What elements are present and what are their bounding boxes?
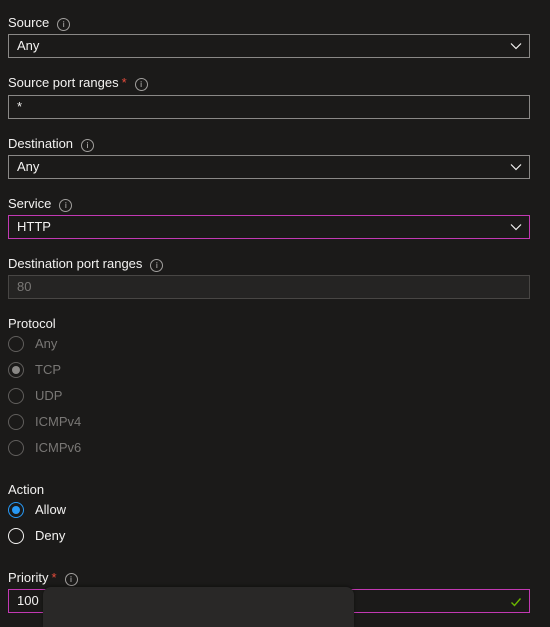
radio-circle-selected — [8, 502, 24, 518]
service-dropdown[interactable]: HTTP — [8, 215, 530, 239]
protocol-radio-udp: UDP — [8, 387, 62, 405]
priority-value: 100 — [17, 593, 39, 608]
priority-label: Priority * i — [8, 570, 78, 586]
source-port-ranges-value: * — [17, 99, 23, 114]
action-radio-deny[interactable]: Deny — [8, 527, 65, 545]
radio-label: Any — [35, 336, 58, 351]
info-icon[interactable]: i — [57, 18, 71, 31]
radio-label: Deny — [35, 528, 66, 543]
source-dropdown[interactable]: Any — [8, 34, 530, 58]
service-value: HTTP — [17, 219, 51, 234]
protocol-radio-any: Any — [8, 335, 57, 353]
protocol-radio-tcp: TCP — [8, 361, 61, 379]
destination-port-ranges-input: 80 — [8, 275, 530, 299]
radio-circle-selected — [8, 362, 24, 378]
destination-label: Destination i — [8, 136, 95, 152]
required-asterisk: * — [51, 570, 57, 585]
destination-dropdown[interactable]: Any — [8, 155, 530, 179]
source-value: Any — [17, 38, 40, 53]
radio-circle — [8, 414, 24, 430]
info-icon[interactable]: i — [81, 139, 95, 152]
radio-circle — [8, 528, 24, 544]
info-icon[interactable]: i — [64, 573, 78, 586]
radio-label: Allow — [35, 502, 67, 517]
radio-circle — [8, 336, 24, 352]
radio-label: ICMPv6 — [35, 440, 82, 455]
info-icon[interactable]: i — [59, 199, 73, 212]
radio-label: ICMPv4 — [35, 414, 82, 429]
info-icon[interactable]: i — [134, 78, 148, 91]
chevron-down-icon — [510, 43, 522, 50]
radio-label: UDP — [35, 388, 63, 403]
info-icon[interactable]: i — [150, 259, 164, 272]
action-radio-allow[interactable]: Allow — [8, 501, 66, 519]
action-label: Action — [8, 482, 45, 497]
destination-value: Any — [17, 159, 40, 174]
radio-circle — [8, 440, 24, 456]
popup-panel — [43, 587, 354, 627]
source-label: Source i — [8, 15, 71, 31]
radio-label: TCP — [35, 362, 61, 377]
protocol-label: Protocol — [8, 316, 56, 331]
radio-circle — [8, 388, 24, 404]
service-label: Service i — [8, 196, 73, 212]
destination-port-ranges-value: 80 — [17, 279, 32, 294]
destination-port-ranges-label: Destination port ranges i — [8, 256, 164, 272]
source-port-ranges-input[interactable]: * — [8, 95, 530, 119]
chevron-down-icon — [510, 224, 522, 231]
required-asterisk: * — [121, 75, 127, 90]
protocol-radio-icmpv4: ICMPv4 — [8, 413, 81, 431]
chevron-down-icon — [510, 164, 522, 171]
checkmark-icon — [511, 598, 522, 607]
source-port-ranges-label: Source port ranges * i — [8, 75, 148, 91]
protocol-radio-icmpv6: ICMPv6 — [8, 439, 81, 457]
